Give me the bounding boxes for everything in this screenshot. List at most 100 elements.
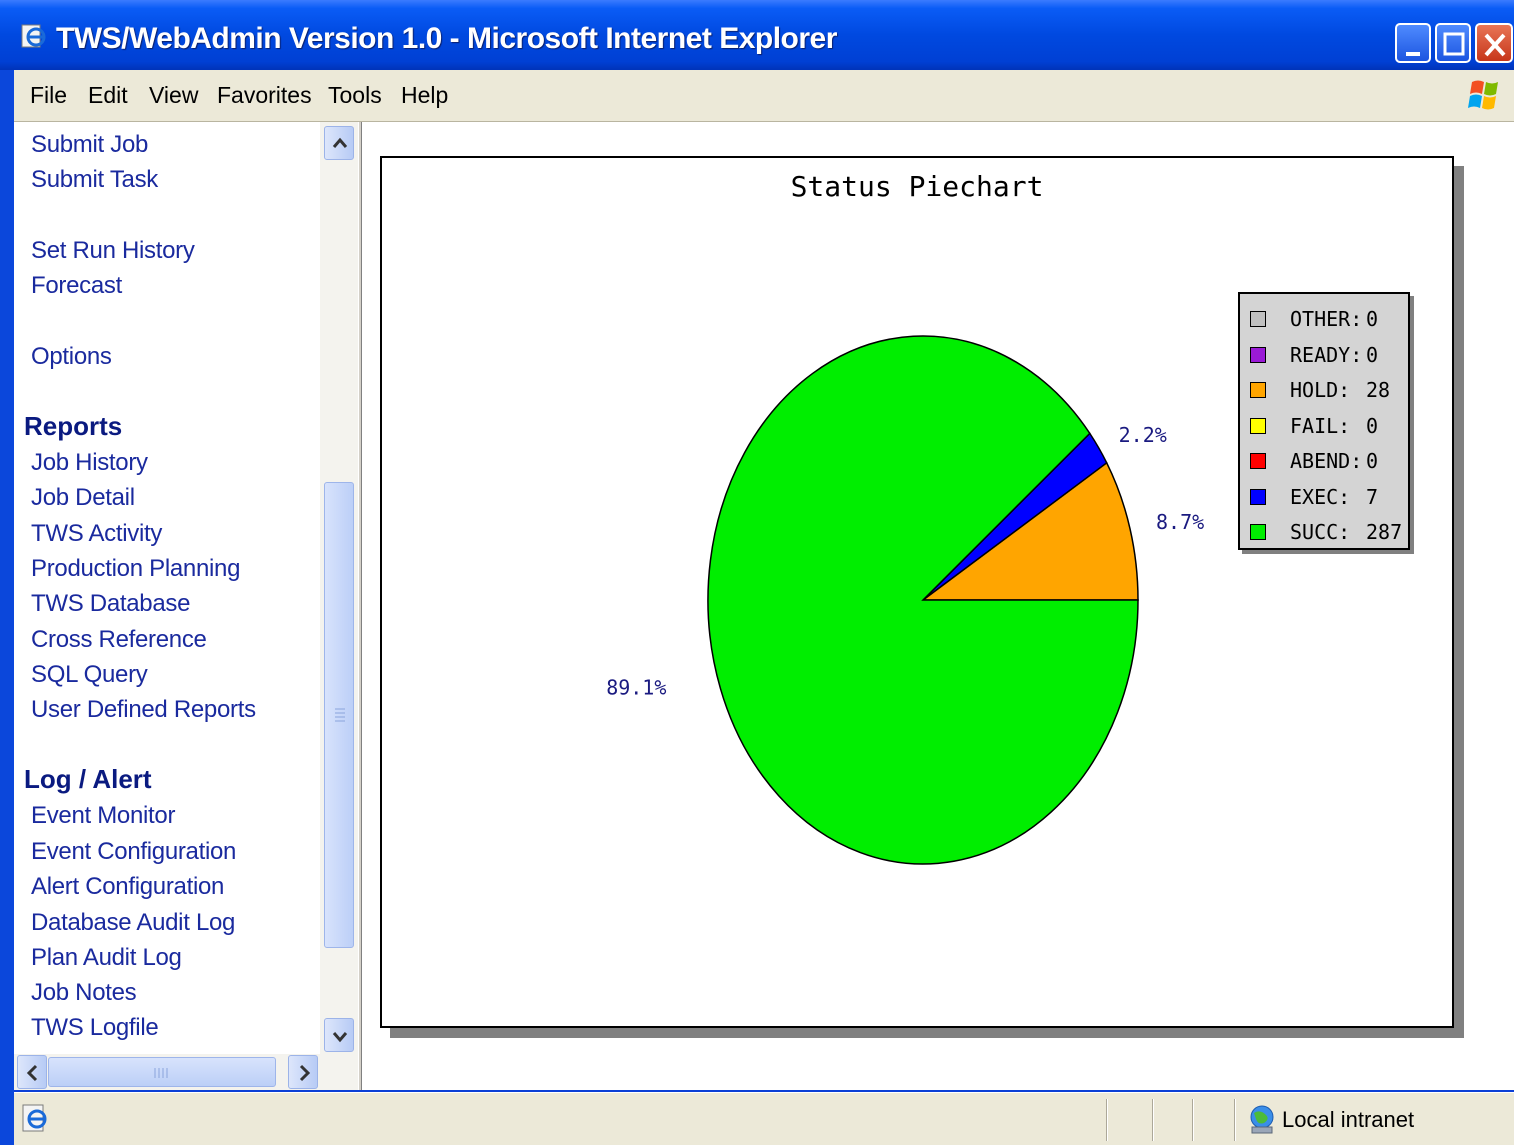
legend-label: FAIL: [1290,413,1351,438]
legend-swatch [1250,453,1266,469]
maximize-icon [1443,32,1465,56]
nav-options[interactable]: Options [31,343,112,371]
nav-horizontal-scrollbar[interactable] [14,1054,358,1090]
legend-item-hold: HOLD: 28 [1250,375,1410,405]
security-zone: Local intranet [1282,1107,1415,1132]
nav-job-notes[interactable]: Job Notes [31,979,137,1007]
nav-event-configuration[interactable]: Event Configuration [31,838,236,866]
nav-tws-database[interactable]: TWS Database [31,590,190,618]
legend-swatch [1250,311,1266,327]
vertical-scroll-thumb[interactable] [324,482,354,948]
log-alert-heading: Log / Alert [24,764,152,794]
maximize-button[interactable] [1435,23,1471,63]
legend-value: 28 [1366,378,1391,402]
legend-value: 0 [1366,413,1379,438]
legend-item-abend: ABEND: 0 [1250,446,1410,476]
pie-chart: 8.7% 2.2% 89.1% [606,335,1204,865]
grip-icon [335,708,345,722]
minimize-button[interactable] [1395,23,1431,63]
legend-value: 0 [1366,307,1379,331]
navigation-frame: Submit Job Submit Task Set Run History F… [14,122,360,1090]
legend-label: HOLD: [1290,378,1351,402]
menu-help[interactable]: Help [401,82,448,109]
pie-slice-succ [707,335,1139,865]
menu-edit[interactable]: Edit [88,82,128,109]
nav-job-detail[interactable]: Job Detail [31,484,135,512]
ie-window: TWS/WebAdmin Version 1.0 - Microsoft Int… [0,0,1514,1145]
legend-label: READY: [1290,342,1363,367]
nav-event-monitor[interactable]: Event Monitor [31,802,175,830]
pie-label-exec: 2.2% [1119,423,1167,447]
legend-label: EXEC: [1290,484,1351,509]
chevron-right-icon [299,1064,311,1082]
legend-item-fail: FAIL: 0 [1250,411,1410,441]
window-title: TWS/WebAdmin Version 1.0 - Microsoft Int… [56,22,837,55]
legend-swatch [1250,417,1266,434]
menu-bar: File Edit View Favorites Tools Help [14,70,1514,122]
browser-content: Submit Job Submit Task Set Run History F… [14,122,1514,1090]
menu-file[interactable]: File [30,82,67,109]
legend-value: 287 [1366,520,1403,544]
menu-view[interactable]: View [149,82,198,109]
pie-label-hold: 8.7% [1156,510,1204,534]
scroll-up-button[interactable] [324,126,354,160]
window-left-border [0,70,14,1145]
status-separator [1106,1099,1108,1141]
chart-legend: OTHER: 0 READY: 0 HOLD: 28 FAIL: 0 ABEND: 0 EXEC: 7… [1238,292,1410,550]
nav-submit-job[interactable]: Submit Job [31,131,148,159]
scroll-down-button[interactable] [324,1018,354,1052]
pie-chart-panel: Status Piechart 8.7% 2.2% 89.1% OTHER: 0 REA… [380,156,1454,1028]
menu-tools[interactable]: Tools [328,82,382,109]
close-button[interactable] [1475,23,1513,63]
horizontal-scroll-thumb[interactable] [48,1057,276,1087]
status-separator [1152,1099,1154,1141]
status-separator [1192,1099,1194,1141]
status-separator [1234,1099,1236,1141]
nav-database-audit-log[interactable]: Database Audit Log [31,909,235,937]
legend-value: 0 [1366,342,1379,367]
legend-item-ready: READY: 0 [1250,340,1410,370]
legend-label: SUCC: [1290,520,1351,544]
menu-favorites[interactable]: Favorites [217,82,312,109]
legend-label: ABEND: [1290,449,1363,473]
frame-divider[interactable] [358,122,362,1090]
legend-value: 7 [1366,484,1379,509]
legend-item-succ: SUCC: 287 [1250,517,1410,547]
nav-production-planning[interactable]: Production Planning [31,555,240,583]
nav-tws-logfile[interactable]: TWS Logfile [31,1014,159,1042]
legend-swatch [1250,382,1266,398]
legend-swatch [1250,524,1266,540]
nav-sql-query[interactable]: SQL Query [31,661,148,689]
legend-swatch [1250,346,1266,363]
legend-item-exec: EXEC: 7 [1250,482,1410,512]
close-icon [1484,33,1506,57]
legend-label: OTHER: [1290,307,1363,331]
grip-icon [154,1068,168,1078]
nav-alert-configuration[interactable]: Alert Configuration [31,873,224,901]
scroll-right-button[interactable] [288,1055,318,1089]
legend-value: 0 [1366,449,1379,473]
nav-tws-activity[interactable]: TWS Activity [31,520,162,548]
pie-label-succ: 89.1% [606,675,666,699]
minimize-icon [1406,52,1420,56]
nav-submit-task[interactable]: Submit Task [31,166,158,194]
chevron-down-icon [332,1032,348,1043]
nav-vertical-scrollbar[interactable] [320,122,358,1054]
legend-item-other: OTHER: 0 [1250,304,1410,334]
title-bar: TWS/WebAdmin Version 1.0 - Microsoft Int… [0,0,1514,70]
status-bar: Local intranet [14,1092,1514,1145]
nav-forecast[interactable]: Forecast [31,272,122,300]
nav-cross-reference[interactable]: Cross Reference [31,626,207,654]
chevron-up-icon [332,137,348,148]
nav-plan-audit-log[interactable]: Plan Audit Log [31,944,182,972]
legend-swatch [1250,488,1266,505]
intranet-globe-icon [1250,1105,1274,1134]
scroll-left-button[interactable] [17,1055,47,1089]
ie-page-icon [22,1104,47,1132]
nav-set-run-history[interactable]: Set Run History [31,237,195,265]
chevron-left-icon [26,1064,38,1082]
nav-job-history[interactable]: Job History [31,449,148,477]
nav-user-defined-reports[interactable]: User Defined Reports [31,696,256,724]
windows-logo-icon [1468,80,1498,110]
ie-page-icon [21,24,46,48]
